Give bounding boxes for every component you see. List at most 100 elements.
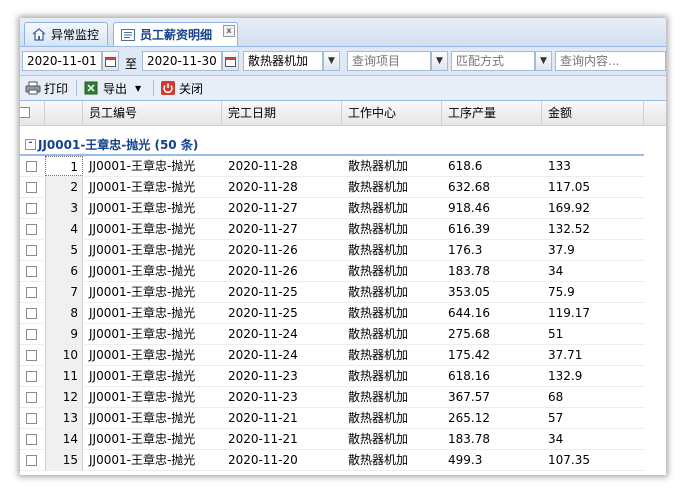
tab-exception-monitor[interactable]: 异常监控: [24, 22, 108, 45]
column-header-output-qty[interactable]: 工序产量: [442, 101, 542, 125]
cell-finish-date: 2020-11-23: [228, 390, 298, 404]
group-header-row[interactable]: - JJ0001-王章忠-抛光 (50 条): [20, 134, 644, 156]
cell-employee-id: JJ0001-王章忠-抛光: [89, 369, 196, 383]
row-checkbox[interactable]: [26, 329, 37, 340]
table-row[interactable]: 15 JJ0001-王章忠-抛光 2020-11-20 散热器机加 499.3 107.3…: [20, 450, 644, 471]
row-checkbox[interactable]: [26, 287, 37, 298]
row-number: 7: [45, 282, 83, 302]
cell-work-center: 散热器机加: [348, 201, 409, 215]
table-row[interactable]: 4 JJ0001-王章忠-抛光 2020-11-27 散热器机加 616.39 132.5…: [20, 219, 644, 240]
cell-employee-id: JJ0001-王章忠-抛光: [89, 180, 196, 194]
row-number: 1: [45, 156, 83, 176]
table-row[interactable]: 10 JJ0001-王章忠-抛光 2020-11-24 散热器机加 175.42 37.7…: [20, 345, 644, 366]
match-mode-select[interactable]: 匹配方式: [451, 51, 535, 71]
select-all-checkbox[interactable]: [20, 107, 30, 118]
close-button[interactable]: 关闭: [160, 79, 203, 97]
cell-employee-id: JJ0001-王章忠-抛光: [89, 348, 196, 362]
cell-output-qty: 618.6: [448, 159, 483, 173]
cell-employee-id: JJ0001-王章忠-抛光: [89, 306, 196, 320]
cell-work-center: 散热器机加: [348, 159, 409, 173]
row-number: 5: [45, 240, 83, 260]
column-header-work-center[interactable]: 工作中心: [342, 101, 442, 125]
table-row[interactable]: 1 JJ0001-王章忠-抛光 2020-11-28 散热器机加 618.6 133: [20, 156, 644, 177]
table-row[interactable]: 8 JJ0001-王章忠-抛光 2020-11-25 散热器机加 644.16 119.1…: [20, 303, 644, 324]
print-button[interactable]: 打印: [25, 79, 68, 97]
cell-amount: 132.52: [548, 222, 590, 236]
row-checkbox[interactable]: [26, 224, 37, 235]
row-number: 4: [45, 219, 83, 239]
cell-amount: 37.9: [548, 243, 575, 257]
row-checkbox[interactable]: [26, 203, 37, 214]
row-checkbox[interactable]: [26, 308, 37, 319]
chevron-down-icon[interactable]: ▼: [431, 51, 448, 71]
cell-finish-date: 2020-11-27: [228, 201, 298, 215]
home-icon: [31, 27, 47, 41]
row-checkbox[interactable]: [26, 245, 37, 256]
export-button[interactable]: 导出 ▼: [84, 79, 141, 97]
table-row[interactable]: 7 JJ0001-王章忠-抛光 2020-11-25 散热器机加 353.05 75.9: [20, 282, 644, 303]
table-row[interactable]: 14 JJ0001-王章忠-抛光 2020-11-21 散热器机加 183.78 34: [20, 429, 644, 450]
column-header-amount[interactable]: 金额: [542, 101, 644, 125]
row-number-header: [45, 101, 83, 125]
table-row[interactable]: 3 JJ0001-王章忠-抛光 2020-11-27 散热器机加 918.46 169.9…: [20, 198, 644, 219]
row-checkbox[interactable]: [26, 392, 37, 403]
filter-bar: 2020-11-01 至 2020-11-30 散热器机加 ▼ 查询项目 ▼ 匹…: [20, 47, 666, 76]
collapse-toggle-icon[interactable]: -: [25, 139, 36, 150]
row-checkbox[interactable]: [26, 413, 37, 424]
row-checkbox[interactable]: [26, 371, 37, 382]
table-row[interactable]: 6 JJ0001-王章忠-抛光 2020-11-26 散热器机加 183.78 34: [20, 261, 644, 282]
cell-employee-id: JJ0001-王章忠-抛光: [89, 432, 196, 446]
column-header-finish-date[interactable]: 完工日期: [222, 101, 342, 125]
cell-employee-id: JJ0001-王章忠-抛光: [89, 453, 196, 467]
column-header-employee-id[interactable]: 员工编号: [83, 101, 222, 125]
row-checkbox[interactable]: [26, 161, 37, 172]
cell-output-qty: 175.42: [448, 348, 490, 362]
toolbar-divider: [76, 80, 77, 96]
close-tab-icon[interactable]: x: [223, 25, 235, 37]
row-checkbox[interactable]: [26, 434, 37, 445]
row-checkbox[interactable]: [26, 182, 37, 193]
cell-finish-date: 2020-11-27: [228, 222, 298, 236]
query-content-input[interactable]: 查询内容...: [555, 51, 666, 71]
date-to-input[interactable]: 2020-11-30: [142, 51, 222, 71]
table-row[interactable]: 11 JJ0001-王章忠-抛光 2020-11-23 散热器机加 618.16 132.…: [20, 366, 644, 387]
work-center-select[interactable]: 散热器机加: [243, 51, 323, 71]
tab-salary-detail[interactable]: 员工薪资明细 x: [113, 22, 238, 46]
cell-employee-id: JJ0001-王章忠-抛光: [89, 327, 196, 341]
cell-employee-id: JJ0001-王章忠-抛光: [89, 159, 196, 173]
cell-output-qty: 353.05: [448, 285, 490, 299]
calendar-icon[interactable]: [102, 51, 119, 71]
chevron-down-icon[interactable]: ▼: [323, 51, 340, 71]
row-number: 8: [45, 303, 83, 323]
cell-output-qty: 618.16: [448, 369, 490, 383]
calendar-icon[interactable]: [222, 51, 239, 71]
tab-strip: 异常监控 员工薪资明细 x: [20, 18, 666, 47]
cell-finish-date: 2020-11-20: [228, 453, 298, 467]
row-checkbox[interactable]: [26, 350, 37, 361]
chevron-down-icon[interactable]: ▼: [535, 51, 552, 71]
row-checkbox[interactable]: [26, 455, 37, 466]
cell-amount: 75.9: [548, 285, 575, 299]
cell-amount: 132.9: [548, 369, 583, 383]
row-number: 2: [45, 177, 83, 197]
table-row[interactable]: 2 JJ0001-王章忠-抛光 2020-11-28 散热器机加 632.68 117.0…: [20, 177, 644, 198]
cell-work-center: 散热器机加: [348, 453, 409, 467]
cell-amount: 68: [548, 390, 564, 404]
row-number: 9: [45, 324, 83, 344]
cell-output-qty: 499.3: [448, 453, 483, 467]
row-number: 10: [45, 345, 83, 365]
row-checkbox[interactable]: [26, 266, 37, 277]
cell-work-center: 散热器机加: [348, 369, 409, 383]
cell-work-center: 散热器机加: [348, 264, 409, 278]
table-row[interactable]: 9 JJ0001-王章忠-抛光 2020-11-24 散热器机加 275.68 51: [20, 324, 644, 345]
table-row[interactable]: 12 JJ0001-王章忠-抛光 2020-11-23 散热器机加 367.57 68: [20, 387, 644, 408]
row-number: 6: [45, 261, 83, 281]
table-row[interactable]: 13 JJ0001-王章忠-抛光 2020-11-21 散热器机加 265.12 57: [20, 408, 644, 429]
table-row[interactable]: 5 JJ0001-王章忠-抛光 2020-11-26 散热器机加 176.3 37.9: [20, 240, 644, 261]
date-from-input[interactable]: 2020-11-01: [22, 51, 102, 71]
cell-employee-id: JJ0001-王章忠-抛光: [89, 285, 196, 299]
query-item-select[interactable]: 查询项目: [347, 51, 431, 71]
cell-output-qty: 183.78: [448, 264, 490, 278]
cell-work-center: 散热器机加: [348, 243, 409, 257]
tab-label: 员工薪资明细: [140, 28, 213, 42]
